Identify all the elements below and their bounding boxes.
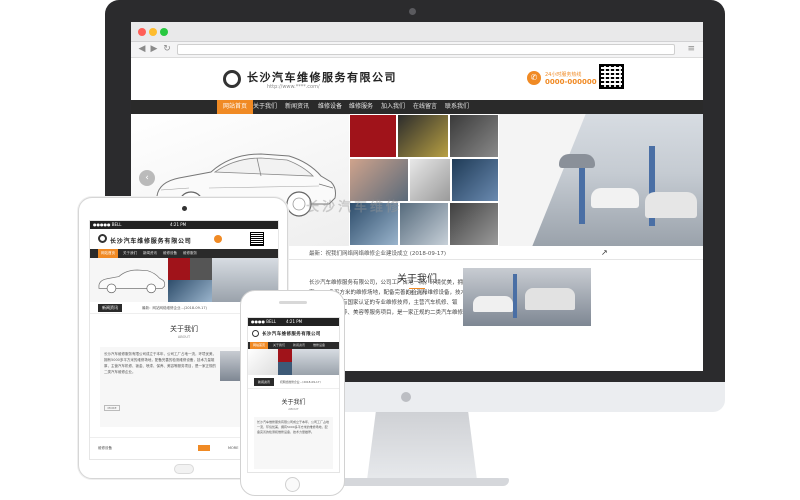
tablet-nav: 网站首页 关于我们 新闻资讯 维修设备 维修服务 [90, 249, 278, 258]
nav-item-about[interactable]: 关于我们 [120, 249, 140, 258]
qr-code-icon [250, 232, 264, 246]
photo-caliper-yellow [397, 114, 449, 158]
phone-nav: 网站首页 关于我们 新闻资讯 维修设备 [248, 342, 339, 349]
phone-about-card: 长沙汽车维修服务有限公司成立于本年，公司工厂占地一流，环境优美，拥有5000多平… [254, 417, 333, 469]
nav-item-home[interactable]: 网站首页 [98, 249, 118, 258]
gear-logo-icon[interactable] [223, 70, 241, 88]
home-button[interactable] [174, 464, 194, 474]
photo-assembly-line [278, 362, 292, 375]
nav-item-about[interactable]: 关于我们 [247, 100, 283, 114]
phone-device: ●●●● BELL 4:21 PM 长沙汽车维修服务有限公司 网站首页 关于我们… [240, 290, 345, 496]
phone-news-bar: 新闻资讯 祝网络维修企业...(2018-09-17) [248, 375, 339, 389]
equipment-label: 维修设备 [98, 446, 112, 450]
hamburger-menu-icon[interactable]: ≡ [687, 44, 695, 54]
news-text[interactable]: 祝网络维修企业...(2018-09-17) [280, 379, 321, 385]
company-name[interactable]: 长沙汽车维修服务有限公司 [110, 236, 192, 245]
about-title: 关于我们 [281, 399, 306, 406]
phone-site-header: 长沙汽车维修服务有限公司 [248, 326, 339, 342]
nav-item-news[interactable]: 新闻资讯 [140, 249, 160, 258]
about-text: 长沙汽车维修服务有限公司成立于本年，公司工厂占地一流，环境优美，拥有5000多平… [257, 420, 330, 434]
photo-brake-caliper [278, 349, 292, 362]
photo-workshop [463, 268, 591, 326]
photo-engine [451, 158, 499, 202]
browser-titlebar [131, 22, 703, 42]
photo-tire [190, 258, 212, 280]
share-icon[interactable]: ↗ [601, 248, 608, 257]
status-time: 4:21 PM [170, 222, 187, 227]
main-nav: 网站首页 关于我们 新闻资讯 维修设备 维修服务 加入我们 在线留言 联系我们 [131, 100, 703, 114]
repair-photo-collage [349, 114, 499, 246]
nav-item-message[interactable]: 在线留言 [407, 100, 443, 114]
gear-logo-icon[interactable] [98, 234, 107, 243]
about-text: 长沙汽车维修服务有限公司成立于本年，公司工厂占地一流，环境优美，拥有5000多平… [104, 352, 216, 374]
phone-icon: ✆ [527, 71, 541, 85]
nav-item-contact[interactable]: 联系我们 [439, 100, 475, 114]
photo-wheel-hub [449, 202, 499, 246]
site-header: 长沙汽车维修服务有限公司 http://www.****.com/ ✆ 24小时… [131, 58, 703, 100]
monitor-stand [367, 412, 477, 480]
speaker-grille [279, 301, 307, 304]
announcement-text[interactable]: 最新：祝我们网络网络维修企业建设成立 (2018-09-17) [309, 249, 446, 257]
photo-repair-garage [292, 349, 339, 375]
refresh-icon[interactable]: ↻ [162, 44, 172, 54]
carrier-signal: ●●●●● BELL [93, 222, 122, 227]
phone-status-bar: ●●●● BELL 4:21 PM [248, 318, 339, 326]
phone-about-header: 关于我们 ABOUT [248, 389, 339, 411]
status-time: 4:21 PM [286, 319, 303, 324]
phone-screen: ●●●● BELL 4:21 PM 长沙汽车维修服务有限公司 网站首页 关于我们… [247, 317, 340, 473]
nav-item-equipment[interactable]: 维修设备 [160, 249, 180, 258]
camera-icon [409, 8, 416, 15]
photo-assembly-line [168, 280, 212, 302]
news-text[interactable]: 最新：网站网络维修企业...(2018-09-17) [142, 305, 207, 311]
close-window-button[interactable] [138, 28, 146, 36]
company-name[interactable]: 长沙汽车维修服务有限公司 [262, 331, 321, 337]
tablet-site-header: 长沙汽车维修服务有限公司 [90, 229, 278, 249]
nav-item-news[interactable]: 新闻资讯 [279, 100, 315, 114]
more-button[interactable]: MORE [104, 405, 120, 411]
hotline-label: 24小时服务热线 [545, 72, 582, 78]
gear-logo-icon[interactable] [252, 330, 259, 337]
forward-icon[interactable]: ▶ [149, 44, 159, 54]
hotline-number: 0000-000000 [545, 78, 597, 86]
nav-item-join[interactable]: 加入我们 [375, 100, 411, 114]
qr-code-icon [599, 64, 624, 89]
photo-gloves [409, 158, 451, 202]
equipment-tab-active[interactable] [198, 445, 210, 451]
photo-tire [449, 114, 499, 158]
address-bar[interactable] [177, 44, 675, 55]
nav-item-home[interactable]: 网站首页 [250, 342, 269, 349]
equipment-more-link[interactable]: MORE [228, 445, 238, 451]
news-badge[interactable]: 新闻资讯 [254, 378, 274, 386]
maximize-window-button[interactable] [160, 28, 168, 36]
banner-watermark: 长沙汽车维修 [306, 200, 403, 215]
photo-repair-garage [499, 114, 703, 246]
photo-brake-caliper [349, 114, 397, 158]
apple-logo-icon [401, 392, 411, 402]
nav-item-about[interactable]: 关于我们 [270, 342, 288, 349]
browser-toolbar: ◀ ▶ ↻ ≡ [131, 42, 703, 58]
news-badge[interactable]: 新闻资讯 [98, 304, 122, 312]
about-subtitle: ABOUT [288, 407, 299, 411]
nav-item-news[interactable]: 新闻资讯 [290, 342, 308, 349]
nav-item-services[interactable]: 维修服务 [343, 100, 379, 114]
minimize-window-button[interactable] [149, 28, 157, 36]
nav-item-services[interactable]: 维修服务 [180, 249, 200, 258]
home-button[interactable] [285, 477, 300, 492]
site-url: http://www.****.com/ [267, 84, 320, 90]
back-icon[interactable]: ◀ [137, 44, 147, 54]
carrier-signal: ●●●● BELL [251, 319, 276, 324]
phone-banner [248, 349, 339, 375]
monitor-base [337, 478, 509, 486]
company-name[interactable]: 长沙汽车维修服务有限公司 [247, 69, 397, 85]
car-sketch-illustration [248, 349, 278, 375]
tablet-status-bar: ●●●●● BELL 4:21 PM [90, 221, 278, 229]
car-sketch-illustration [98, 269, 166, 294]
nav-item-equipment[interactable]: 维修设备 [310, 342, 328, 349]
banner-prev-arrow-icon[interactable]: ‹ [139, 170, 155, 186]
photo-brake-caliper [168, 258, 190, 280]
phone-icon [214, 235, 222, 243]
camera-icon [182, 206, 187, 211]
photo-robot-arm [399, 202, 449, 246]
